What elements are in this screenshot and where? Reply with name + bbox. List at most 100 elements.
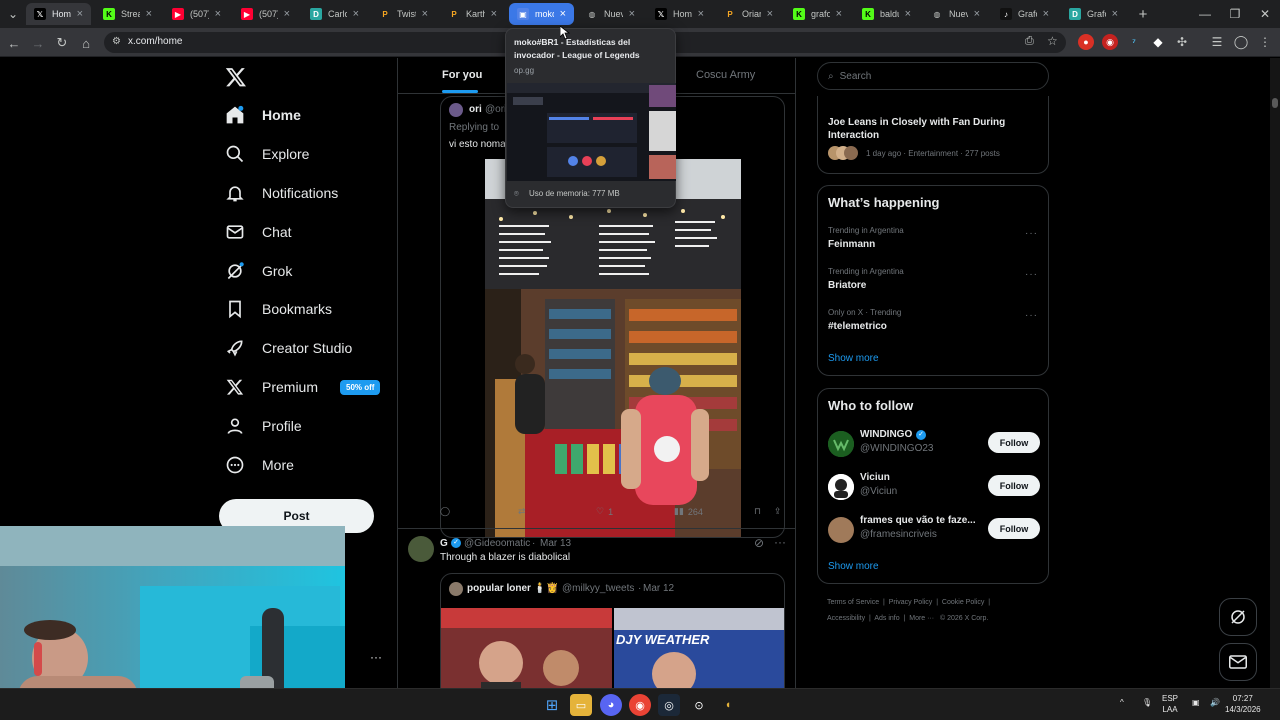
browser-tab[interactable]: ▶ (507) ×: [233, 3, 298, 25]
follow-account-name[interactable]: Viciun: [860, 472, 980, 483]
browser-tab[interactable]: P Twiste ×: [371, 3, 436, 25]
post-author-handle[interactable]: @Gideoomatic: [464, 538, 530, 549]
browser-tab[interactable]: ▶ (507) ×: [164, 3, 229, 25]
close-tab-icon[interactable]: ×: [905, 8, 911, 20]
reading-list-icon[interactable]: ☰: [1209, 34, 1225, 50]
sidebar-item-bookmarks[interactable]: Bookmarks: [224, 291, 332, 327]
browser-tab[interactable]: Kgrafo ×: [785, 3, 850, 25]
scrollbar-thumb[interactable]: [1272, 98, 1278, 108]
avatar[interactable]: [449, 103, 463, 117]
follow-button[interactable]: Follow: [988, 518, 1040, 539]
avatar[interactable]: [828, 517, 854, 543]
like-button[interactable]: ♡ 1: [596, 506, 613, 517]
trend-item[interactable]: Trending in Argentina Feinmann: [828, 226, 904, 250]
footer-link[interactable]: Ads info: [874, 615, 899, 622]
close-tab-icon[interactable]: ×: [1112, 8, 1118, 20]
footer-link[interactable]: More ···: [909, 615, 934, 622]
avatar[interactable]: [828, 474, 854, 500]
grok-post-icon[interactable]: ⊘: [754, 536, 764, 550]
close-tab-icon[interactable]: ×: [146, 8, 152, 20]
sidebar-item-creator-studio[interactable]: Creator Studio: [224, 330, 352, 366]
minimize-icon[interactable]: —: [1188, 0, 1222, 28]
post-image[interactable]: [485, 159, 741, 537]
home-button-icon[interactable]: ⌂: [77, 34, 95, 52]
browser-tab[interactable]: Kbaldu ×: [854, 3, 919, 25]
browser-tab[interactable]: P Orian ×: [716, 3, 781, 25]
back-icon[interactable]: ←: [5, 34, 23, 52]
sidebar-item-notifications[interactable]: Notifications: [224, 175, 338, 211]
sidebar-item-home[interactable]: Home: [224, 97, 301, 133]
follow-account-handle[interactable]: @Viciun: [860, 486, 897, 497]
language-indicator[interactable]: ESP LAA: [1162, 693, 1178, 715]
reload-icon[interactable]: ↻: [53, 34, 71, 52]
search-input[interactable]: ⌕ Search: [817, 62, 1049, 90]
quoted-author-name[interactable]: popular loner 🕯️👸: [467, 583, 559, 594]
microphone-icon[interactable]: 🎙: [1142, 697, 1152, 708]
trend-more-icon[interactable]: ···: [1025, 310, 1038, 321]
obs-icon[interactable]: ⊙: [688, 694, 710, 716]
forward-icon[interactable]: →: [29, 34, 47, 52]
close-tab-icon[interactable]: ×: [77, 8, 83, 20]
browser-tab[interactable]: ♪ Grafo ×: [992, 3, 1057, 25]
close-tab-icon[interactable]: ×: [836, 8, 842, 20]
follow-suggestion[interactable]: Viciun @Viciun Follow: [828, 470, 1040, 506]
close-tab-icon[interactable]: ×: [1043, 8, 1049, 20]
new-tab-button[interactable]: +: [1130, 0, 1156, 28]
chrome-taskbar-icon[interactable]: ◉: [629, 694, 651, 716]
extension-diamond-icon[interactable]: ◆: [1150, 34, 1166, 50]
browser-tab[interactable]: P Karth ×: [440, 3, 505, 25]
file-explorer-icon[interactable]: ▭: [570, 694, 592, 716]
grok-fab-icon[interactable]: [1219, 598, 1257, 636]
post-date[interactable]: Mar 13: [540, 538, 571, 549]
bookmark-post-icon[interactable]: ⊓: [754, 506, 761, 517]
page-scrollbar[interactable]: [1270, 58, 1280, 688]
footer-link[interactable]: Accessibility: [827, 615, 865, 622]
browser-tab[interactable]: D Grafo ×: [1061, 3, 1126, 25]
install-app-icon[interactable]: ⎙: [1025, 35, 1034, 48]
post-author-handle[interactable]: @ori: [485, 104, 506, 115]
sidebar-item-chat[interactable]: Chat: [224, 214, 292, 250]
top-story-card[interactable]: Joe Leans in Closely with Fan During Int…: [817, 96, 1049, 174]
browser-tab[interactable]: ◍ Nueva ×: [578, 3, 643, 25]
account-more-icon[interactable]: ···: [370, 650, 382, 664]
post-author-name[interactable]: ori: [469, 104, 482, 115]
share-icon[interactable]: ⇪: [774, 506, 782, 517]
follow-account-handle[interactable]: @framesincriveis: [860, 529, 937, 540]
footer-link[interactable]: Terms of Service: [827, 599, 879, 606]
close-tab-icon[interactable]: ×: [560, 8, 566, 20]
close-tab-icon[interactable]: ×: [491, 8, 497, 20]
extensions-puzzle-icon[interactable]: ✣: [1174, 34, 1190, 50]
close-tab-icon[interactable]: ×: [215, 8, 221, 20]
quoted-post-card[interactable]: popular loner 🕯️👸 @milkyy_tweets · Mar 1…: [440, 573, 785, 703]
extension-red-icon[interactable]: ●: [1078, 34, 1094, 50]
site-info-icon[interactable]: ⚙: [112, 36, 121, 47]
follow-button[interactable]: Follow: [988, 475, 1040, 496]
close-tab-icon[interactable]: ×: [767, 8, 773, 20]
messages-fab-icon[interactable]: [1219, 643, 1257, 681]
steam-icon[interactable]: ◎: [658, 694, 680, 716]
footer-link[interactable]: Cookie Policy: [942, 599, 984, 606]
top-story-title[interactable]: Joe Leans in Closely with Fan During Int…: [828, 116, 1028, 142]
sidebar-item-premium[interactable]: Premium 50% off: [224, 369, 381, 405]
post-more-icon[interactable]: ···: [774, 535, 786, 549]
browser-tab[interactable]: K Stream ×: [95, 3, 160, 25]
close-tab-icon[interactable]: ×: [698, 8, 704, 20]
reply-icon[interactable]: ◯: [440, 506, 450, 517]
network-icon[interactable]: ▣: [1192, 697, 1200, 708]
trend-item[interactable]: Only on X · Trending #telemetrico: [828, 308, 901, 332]
browser-tab[interactable]: 𝕏 Home ×: [647, 3, 712, 25]
close-tab-icon[interactable]: ×: [974, 8, 980, 20]
post-author-name[interactable]: G: [440, 538, 448, 549]
chrome-menu-icon[interactable]: ⋮: [1257, 34, 1273, 50]
x-logo-icon[interactable]: [225, 66, 247, 88]
sidebar-item-explore[interactable]: Explore: [224, 136, 309, 172]
extension-record-icon[interactable]: ◉: [1102, 34, 1118, 50]
profile-icon[interactable]: ◯: [1233, 34, 1249, 50]
browser-tab[interactable]: D Carlos ×: [302, 3, 367, 25]
bookmark-star-icon[interactable]: ☆: [1047, 34, 1058, 48]
trends-show-more[interactable]: Show more: [828, 353, 879, 364]
footer-link[interactable]: Privacy Policy: [889, 599, 933, 606]
browser-tab[interactable]: 𝕏 Home ×: [26, 3, 91, 25]
browser-tab[interactable]: ◍ Nueva ×: [923, 3, 988, 25]
sidebar-item-profile[interactable]: Profile: [224, 408, 302, 444]
